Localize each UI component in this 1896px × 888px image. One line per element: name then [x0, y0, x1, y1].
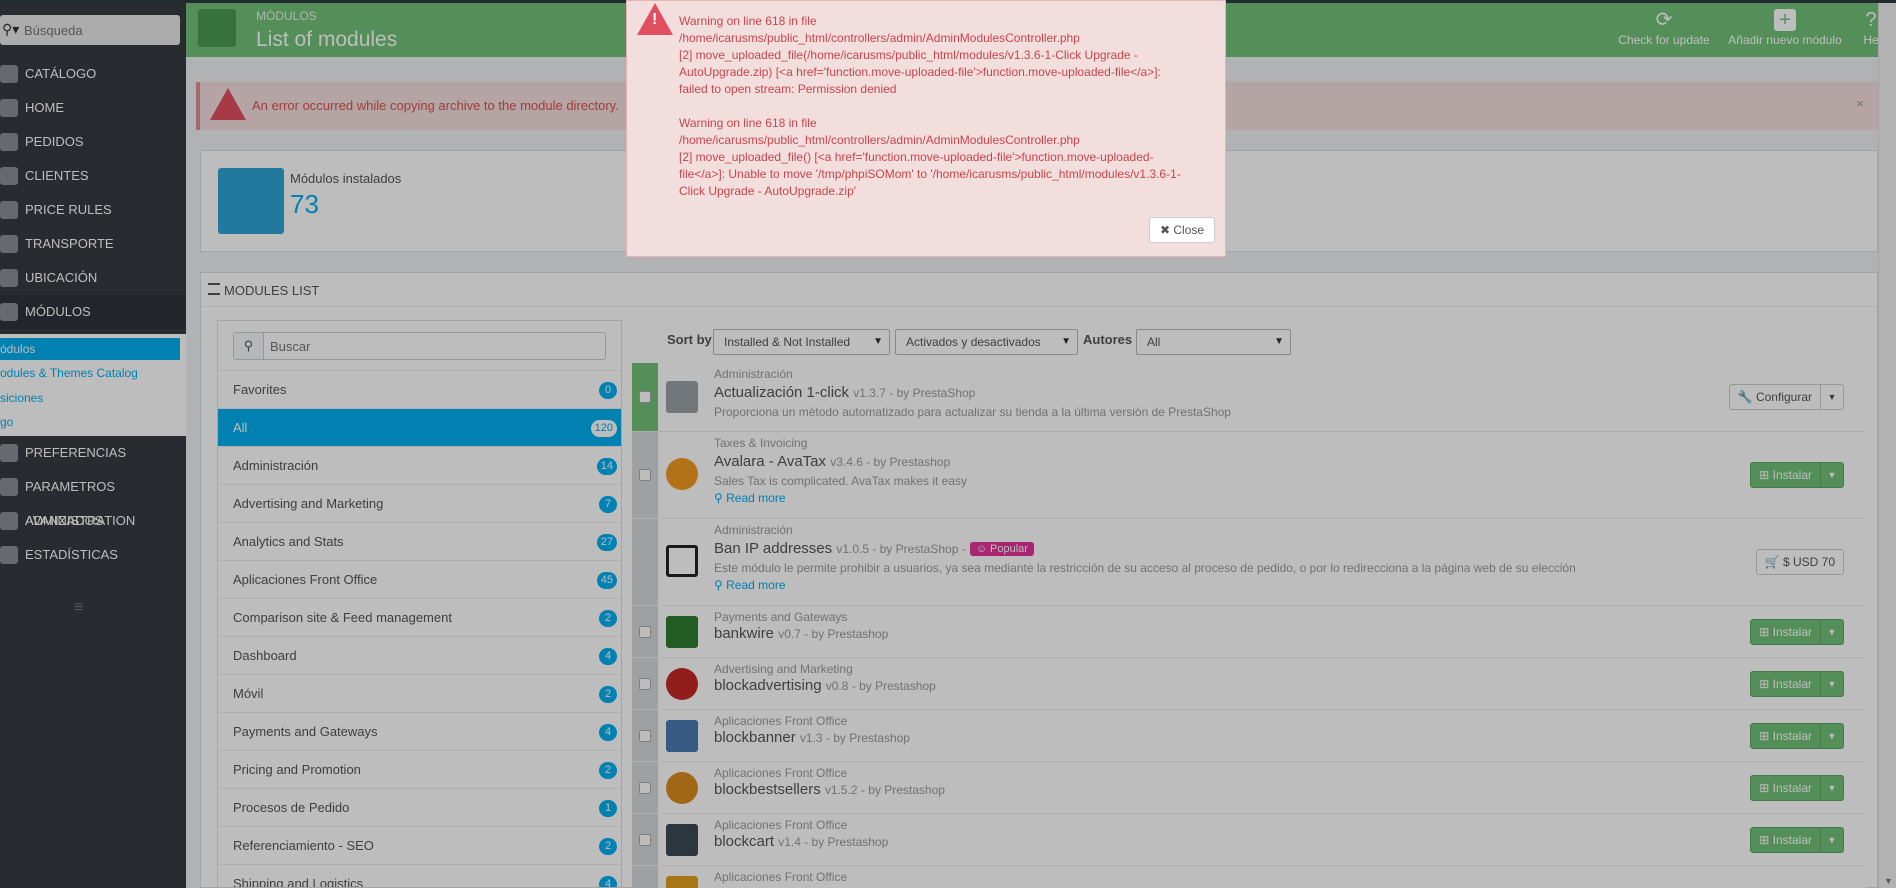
- error-modal: ! Warning on line 618 in file /home/icar…: [626, 0, 1226, 257]
- warning-message-1: Warning on line 618 in file /home/icarus…: [679, 14, 1161, 96]
- close-label: Close: [1173, 223, 1205, 237]
- warning-message-2: Warning on line 618 in file /home/icarus…: [679, 116, 1181, 198]
- modal-close-button[interactable]: ✖ Close: [1149, 217, 1216, 243]
- warning-exclamation: !: [652, 11, 658, 28]
